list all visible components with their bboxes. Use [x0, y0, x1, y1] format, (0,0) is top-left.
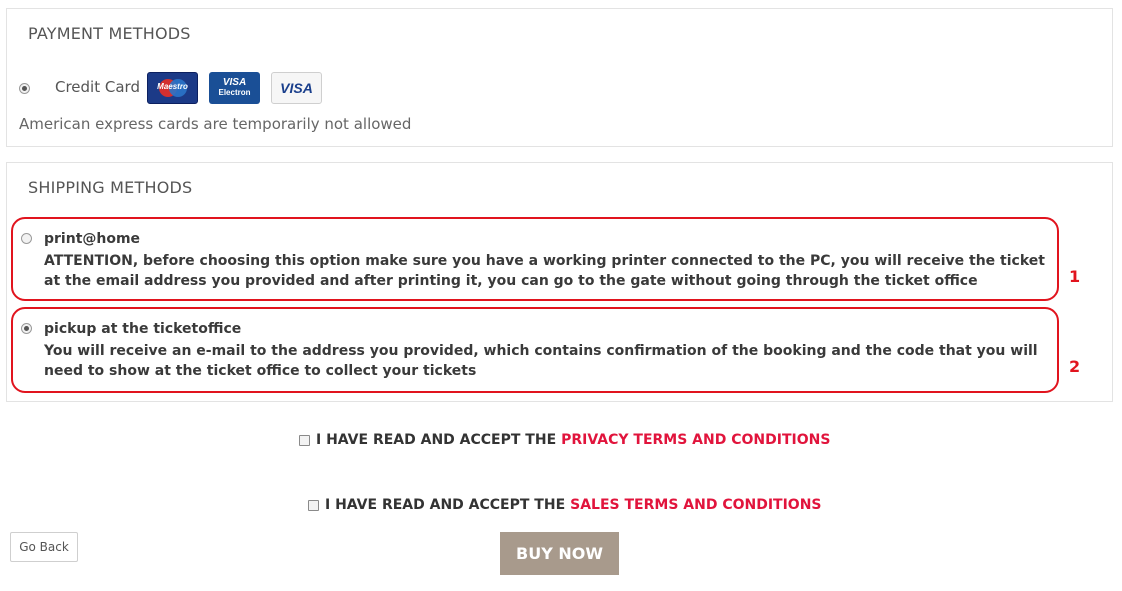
privacy-terms-row: I HAVE READ AND ACCEPT THE PRIVACY TERMS…: [299, 432, 830, 448]
print-at-home-radio[interactable]: [21, 233, 32, 244]
privacy-terms-prefix: I HAVE READ AND ACCEPT THE: [316, 432, 557, 448]
payment-methods-title: PAYMENT METHODS: [28, 24, 191, 43]
visa-card-icon: VISA: [271, 72, 322, 104]
sales-terms-row: I HAVE READ AND ACCEPT THE SALES TERMS A…: [308, 497, 822, 513]
annotation-label-1: 1: [1069, 267, 1081, 286]
amex-note: American express cards are temporarily n…: [19, 115, 412, 133]
shipping-option-pickup-ticketoffice[interactable]: pickup at the ticketoffice You will rece…: [11, 307, 1059, 393]
shipping-option-title: print@home: [44, 231, 141, 247]
visa-electron-card-icon: VISA Electron: [209, 72, 260, 104]
sales-terms-link[interactable]: SALES TERMS AND CONDITIONS: [570, 497, 821, 513]
payment-methods-panel: PAYMENT METHODS Credit Card Maestro VISA…: [6, 8, 1113, 147]
sales-terms-checkbox[interactable]: [308, 499, 319, 511]
privacy-terms-checkbox[interactable]: [299, 434, 310, 446]
shipping-methods-title: SHIPPING METHODS: [28, 178, 193, 197]
go-back-button[interactable]: Go Back: [10, 532, 78, 562]
annotation-label-2: 2: [1069, 357, 1081, 376]
shipping-option-description: ATTENTION, before choosing this option m…: [44, 253, 1045, 289]
credit-card-radio[interactable]: [19, 83, 30, 94]
shipping-methods-panel: SHIPPING METHODS print@home ATTENTION, b…: [6, 162, 1113, 402]
buy-now-button[interactable]: BUY NOW: [500, 532, 619, 575]
sales-terms-prefix: I HAVE READ AND ACCEPT THE: [325, 497, 566, 513]
privacy-terms-link[interactable]: PRIVACY TERMS AND CONDITIONS: [561, 432, 830, 448]
shipping-option-title: pickup at the ticketoffice: [44, 321, 242, 337]
pickup-ticketoffice-radio[interactable]: [21, 323, 32, 334]
credit-card-label: Credit Card: [55, 78, 140, 96]
shipping-option-description: You will receive an e-mail to the addres…: [44, 343, 1038, 379]
maestro-card-icon: Maestro: [147, 72, 198, 104]
shipping-option-print-at-home[interactable]: print@home ATTENTION, before choosing th…: [11, 217, 1059, 301]
